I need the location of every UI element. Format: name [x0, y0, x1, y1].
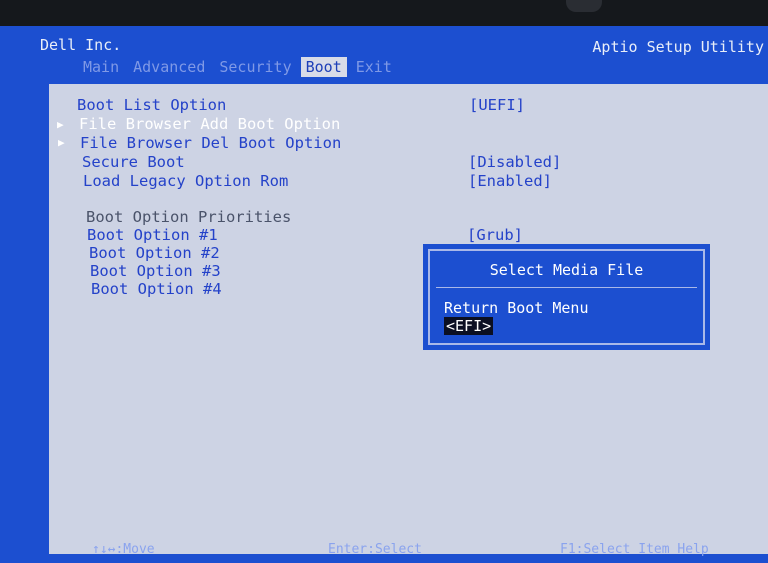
move-hint: ↑↓↔:Move [92, 542, 155, 557]
boot-option-3-label[interactable]: Boot Option #3 [90, 262, 221, 280]
dialog-divider [436, 287, 697, 288]
tab-exit[interactable]: Exit [351, 57, 397, 77]
webcam-housing [566, 0, 602, 12]
secure-boot-label[interactable]: Secure Boot [82, 153, 185, 171]
select-media-file-dialog: Select Media File Return Boot Menu <EFI> [423, 244, 710, 350]
boot-option-1-label[interactable]: Boot Option #1 [87, 226, 218, 244]
dialog-title: Select Media File [489, 261, 644, 279]
tab-security[interactable]: Security [214, 57, 296, 77]
submenu-arrow-icon: ▶ [57, 118, 64, 131]
load-legacy-option-rom-value[interactable]: [Enabled] [468, 172, 552, 190]
dialog-frame: Select Media File Return Boot Menu <EFI> [428, 249, 705, 345]
return-boot-menu-option[interactable]: Return Boot Menu [444, 299, 589, 317]
boot-list-option-label[interactable]: Boot List Option [77, 96, 226, 114]
boot-option-2-label[interactable]: Boot Option #2 [89, 244, 220, 262]
boot-option-priorities-heading: Boot Option Priorities [86, 208, 292, 226]
help-bar: ↑↓↔:Move Enter:Select F1:Select Item Hel… [0, 538, 768, 563]
load-legacy-option-rom-label[interactable]: Load Legacy Option Rom [83, 172, 288, 190]
bios-screen: Dell Inc. Aptio Setup Utility Main Advan… [0, 26, 768, 563]
boot-list-option-value[interactable]: [UEFI] [469, 96, 525, 114]
file-browser-del-boot-option[interactable]: File Browser Del Boot Option [80, 134, 341, 152]
efi-option[interactable]: <EFI> [444, 317, 494, 335]
file-browser-add-boot-option[interactable]: File Browser Add Boot Option [79, 115, 340, 133]
boot-option-1-value[interactable]: [Grub] [467, 226, 523, 244]
tab-advanced[interactable]: Advanced [128, 57, 210, 77]
tab-bar: Main Advanced Security Boot Exit [78, 57, 401, 77]
secure-boot-value[interactable]: [Disabled] [468, 153, 561, 171]
tab-main[interactable]: Main [78, 57, 124, 77]
item-help-hint: F1:Select Item Help [560, 542, 709, 557]
tab-boot[interactable]: Boot [300, 57, 347, 77]
utility-title: Aptio Setup Utility [592, 38, 764, 56]
boot-option-4-label[interactable]: Boot Option #4 [91, 280, 222, 298]
select-hint: Enter:Select [328, 542, 422, 557]
submenu-arrow-icon: ▶ [58, 136, 65, 149]
vendor-name: Dell Inc. [40, 36, 122, 54]
monitor-bezel [0, 0, 768, 26]
